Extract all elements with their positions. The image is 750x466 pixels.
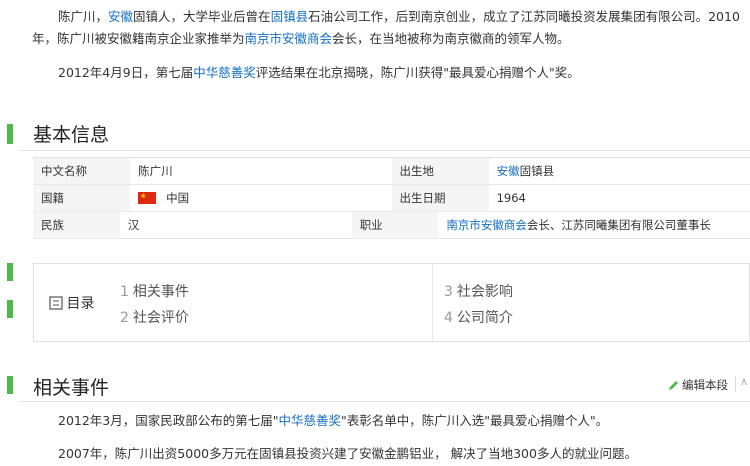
event-paragraph-1: 2012年3月，国家民政部公布的第七届"中华慈善奖"表彰名单中，陈广川入选"最具… bbox=[58, 413, 609, 428]
toc-item-influence[interactable]: 3 社会影响 bbox=[444, 281, 513, 301]
events-title: 相关事件 bbox=[33, 377, 110, 399]
event-paragraph-2: 2007年，陈广川出资5000多万元在固镇县投资兴建了安徽金鹏铝业， 解决了当地… bbox=[58, 446, 637, 461]
job-chamber-link[interactable]: 南京市安徽商会 bbox=[446, 217, 527, 233]
charity-award-link[interactable]: 中华慈善奖 bbox=[279, 413, 342, 428]
basic-info-title: 基本信息 bbox=[33, 124, 110, 146]
toc-divider bbox=[432, 264, 433, 341]
section-accent-bar bbox=[7, 376, 13, 394]
divider bbox=[735, 376, 736, 392]
province-link[interactable]: 安徽 bbox=[108, 9, 133, 24]
info-row: 民族 汉 职业 南京市安徽商会 会长、江苏同曦集团有限公司董事长 bbox=[33, 212, 750, 239]
section-accent-bar bbox=[7, 124, 13, 144]
divider bbox=[18, 401, 750, 402]
table-of-contents: 目录 1 相关事件 2 社会评价 3 社会影响 4 公司简介 bbox=[33, 263, 750, 342]
chamber-link[interactable]: 南京市安徽商会 bbox=[245, 31, 333, 46]
intro-paragraph: 陈广川，安徽固镇人，大学毕业后曾在固镇县石油公司工作，后到南京创业，成立了江苏同… bbox=[32, 9, 740, 46]
birthplace-link[interactable]: 安徽 bbox=[497, 163, 520, 179]
info-row: 国籍 中国 出生日期 1964 bbox=[33, 185, 750, 212]
china-flag-icon bbox=[138, 192, 157, 204]
county-link[interactable]: 固镇县 bbox=[271, 9, 309, 24]
charity-award-link[interactable]: 中华慈善奖 bbox=[193, 65, 256, 80]
section-accent-bar bbox=[7, 300, 13, 318]
collapse-icon[interactable]: ∧ bbox=[740, 375, 748, 388]
divider bbox=[18, 150, 750, 151]
toc-item-evaluation[interactable]: 2 社会评价 bbox=[120, 307, 189, 327]
toc-item-company[interactable]: 4 公司简介 bbox=[444, 307, 513, 327]
toc-item-events[interactable]: 1 相关事件 bbox=[120, 281, 189, 301]
edit-section-button[interactable]: 编辑本段 bbox=[668, 377, 728, 393]
toc-heading: 目录 bbox=[34, 264, 109, 341]
pencil-icon bbox=[669, 380, 678, 390]
section-accent-bar bbox=[7, 263, 13, 281]
award-paragraph: 2012年4月9日，第七届中华慈善奖评选结果在北京揭晓，陈广川获得"最具爱心捐赠… bbox=[58, 65, 580, 80]
info-row: 中文名称 陈广川 出生地 安徽 固镇县 bbox=[33, 158, 750, 185]
list-icon bbox=[48, 295, 63, 310]
basic-info-table: 中文名称 陈广川 出生地 安徽固镇县 国籍 中国 出生日期 1964 民族 汉 … bbox=[33, 157, 750, 239]
person-name: 陈广川 bbox=[58, 9, 96, 24]
